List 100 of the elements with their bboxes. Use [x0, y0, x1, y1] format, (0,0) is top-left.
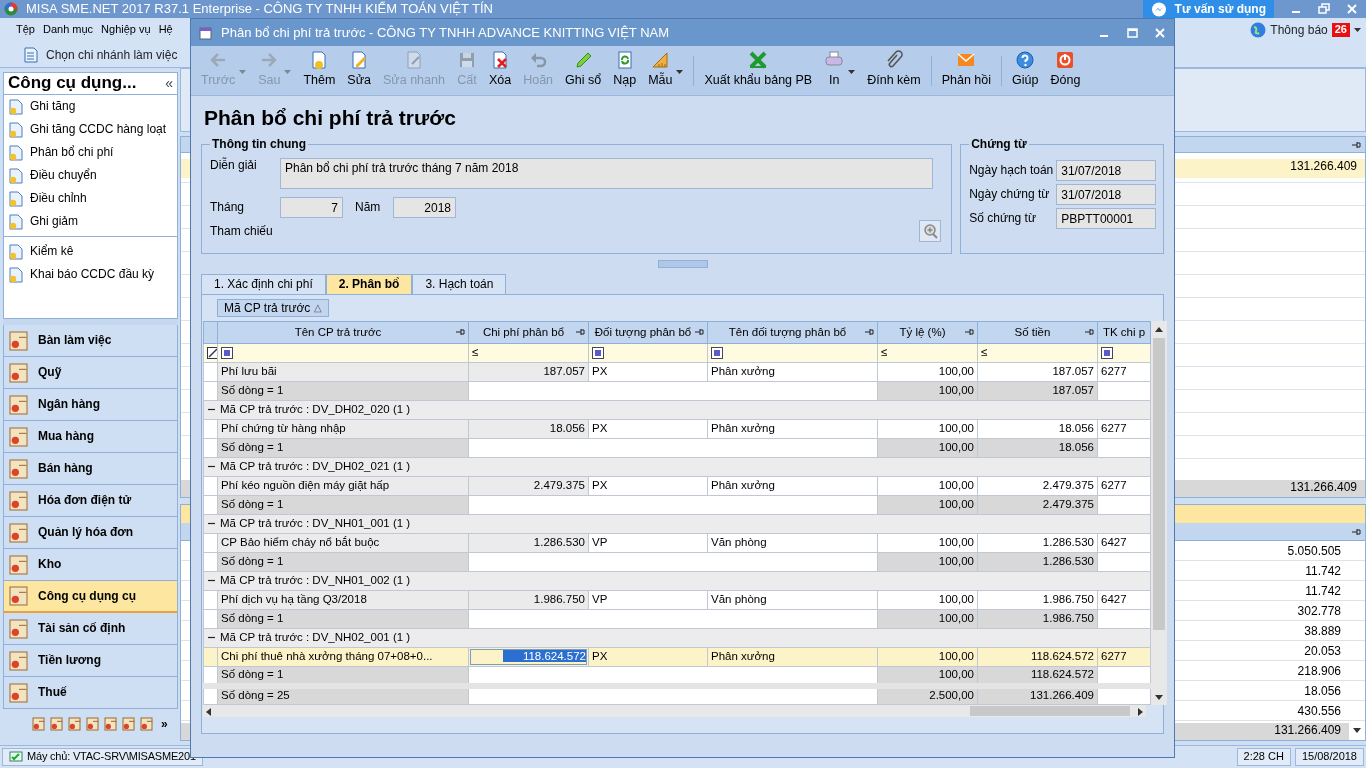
sidebar-item[interactable]: Bán hàng: [3, 453, 178, 485]
document-icon: [8, 329, 30, 352]
more-button[interactable]: »: [161, 716, 168, 732]
menu-item[interactable]: Hệ: [158, 23, 173, 37]
sidebar-item[interactable]: Thuế: [3, 677, 178, 709]
sidebar-item[interactable]: Ngân hàng: [3, 389, 178, 421]
month-field[interactable]: 7: [280, 197, 343, 218]
branch-button[interactable]: Chọn chi nhánh làm việc: [24, 45, 178, 64]
toolbar-button[interactable]: Đính kèm: [861, 47, 927, 94]
toolbar-button[interactable]: Mẫu: [642, 47, 690, 94]
table-cell: 6277: [1097, 362, 1151, 382]
restore-button[interactable]: [1318, 3, 1330, 15]
table-cell: PX: [588, 476, 708, 496]
toolbar-button[interactable]: Xóa: [482, 47, 518, 94]
toolbar-button[interactable]: Ghi sổ: [559, 47, 608, 94]
sidebar-item[interactable]: Công cụ dụng cụ: [3, 581, 178, 613]
close-button[interactable]: [1154, 26, 1166, 39]
toolbar-button[interactable]: Đóng: [1044, 47, 1087, 94]
table-cell: 100,00: [877, 362, 978, 382]
sidebar-item[interactable]: Bàn làm việc: [3, 325, 178, 357]
task-link[interactable]: Ghi tăng: [4, 95, 177, 118]
tab[interactable]: 3. Hạch toán: [412, 274, 507, 294]
document-icon: [8, 521, 30, 544]
toolbar-button[interactable]: Sửa: [341, 47, 378, 94]
table-cell: 6277: [1097, 419, 1151, 439]
filter-operator[interactable]: ≤: [472, 346, 479, 359]
voucher-field[interactable]: 31/07/2018: [1056, 184, 1157, 205]
task-link[interactable]: Ghi tăng CCDC hàng loạt: [4, 118, 177, 141]
column-header[interactable]: Chi phí phân bổ: [468, 321, 589, 344]
group-by-chip[interactable]: Mã CP trả trước △: [217, 299, 330, 317]
sidebar-item[interactable]: Tiền lương: [3, 645, 178, 677]
document-icon: [139, 716, 155, 732]
maximize-button[interactable]: [1126, 26, 1138, 39]
collapse-button[interactable]: «: [165, 75, 173, 92]
task-link[interactable]: Kiểm kê: [4, 240, 177, 263]
toolbar-button[interactable]: Xuất khẩu bảng PB: [698, 47, 819, 94]
notification-button[interactable]: Thông báo: [1250, 21, 1328, 39]
toolbar-button[interactable]: Giúp: [1006, 47, 1045, 94]
sidebar-item[interactable]: Tài sản cố định: [3, 613, 178, 645]
close-button[interactable]: [1346, 3, 1358, 15]
task-link[interactable]: Phân bổ chi phí: [4, 141, 177, 164]
voucher-field[interactable]: 31/07/2018: [1056, 160, 1157, 181]
toolbar-button[interactable]: Thêm: [297, 47, 342, 94]
year-field[interactable]: 2018: [393, 197, 456, 218]
magnifier-icon: [922, 223, 939, 239]
filter-operator[interactable]: ≤: [881, 346, 888, 359]
column-header[interactable]: Số tiền: [977, 321, 1098, 344]
document-icon: [8, 167, 24, 184]
splitter-handle[interactable]: [657, 260, 708, 268]
status-date: 15/08/2018: [1294, 748, 1364, 766]
sidebar-item[interactable]: Quản lý hóa đơn: [3, 517, 178, 549]
document-icon: [8, 489, 30, 512]
column-header[interactable]: TK chi p: [1097, 321, 1151, 344]
logo-icon: [4, 2, 18, 16]
filter-icon[interactable]: [1101, 347, 1113, 360]
vertical-scrollbar[interactable]: [1151, 321, 1167, 705]
status-time: 2:28 CH: [1236, 748, 1291, 766]
sidebar-item[interactable]: Mua hàng: [3, 421, 178, 453]
filter-operator[interactable]: ≤: [981, 346, 988, 359]
voucher-field[interactable]: PBPTT00001: [1056, 208, 1157, 229]
table-cell: 100,00: [877, 476, 978, 496]
tab[interactable]: 1. Xác định chi phí: [201, 274, 326, 294]
description-field[interactable]: Phân bổ chi phí trả trước tháng 7 năm 2018: [280, 158, 934, 189]
toolbar-button[interactable]: Phản hồi: [935, 47, 998, 94]
filter-icon[interactable]: [221, 347, 233, 360]
task-link[interactable]: Ghi giảm: [4, 210, 177, 233]
caret-icon: [1354, 27, 1362, 33]
table-cell: 100,00: [877, 590, 978, 610]
column-header[interactable]: Tỷ lệ (%): [877, 321, 978, 344]
column-header[interactable]: Tên đối tượng phân bổ: [707, 321, 878, 344]
document-icon: [8, 649, 30, 672]
task-link[interactable]: Khai báo CCDC đầu kỳ: [4, 263, 177, 286]
sidebar-item[interactable]: Quỹ: [3, 357, 178, 389]
field-label: Ngày chứng từ: [969, 187, 1051, 202]
cell-editor[interactable]: 118.624.572: [470, 649, 587, 665]
toolbar-button[interactable]: Nạp: [607, 47, 643, 94]
filter-icon[interactable]: [592, 347, 604, 360]
task-link[interactable]: Điều chỉnh: [4, 187, 177, 210]
sidebar-item[interactable]: Kho: [3, 549, 178, 581]
column-header[interactable]: Tên CP trả trước: [217, 321, 469, 344]
filter-icon[interactable]: [711, 347, 723, 360]
table-cell: 100,00: [877, 419, 978, 439]
task-link[interactable]: Điều chuyển: [4, 164, 177, 187]
horizontal-scrollbar[interactable]: [203, 705, 1146, 717]
group-row-label: Mã CP trả trước : DV_DH02_020 (1 ): [220, 403, 411, 417]
document-icon: [8, 393, 30, 416]
column-header[interactable]: Đối tượng phân bổ: [588, 321, 708, 344]
table-cell: Phân xưởng: [707, 476, 878, 496]
field-label: Tháng: [210, 200, 246, 215]
server-icon: [9, 751, 23, 763]
document-icon: [24, 46, 38, 63]
menu-item[interactable]: Nghiệp vụ: [101, 23, 151, 37]
tab[interactable]: 2. Phân bổ: [325, 274, 413, 294]
sidebar-item[interactable]: Hóa đơn điện tử: [3, 485, 178, 517]
reference-button[interactable]: [919, 220, 942, 242]
table-cell: VP: [588, 533, 708, 553]
group-row-label: Mã CP trả trước : DV_DH02_021 (1 ): [220, 460, 411, 474]
toolbar-button[interactable]: In: [818, 47, 862, 94]
menu-item[interactable]: Danh mục: [42, 23, 94, 37]
menu-item[interactable]: Tệp: [16, 23, 35, 37]
